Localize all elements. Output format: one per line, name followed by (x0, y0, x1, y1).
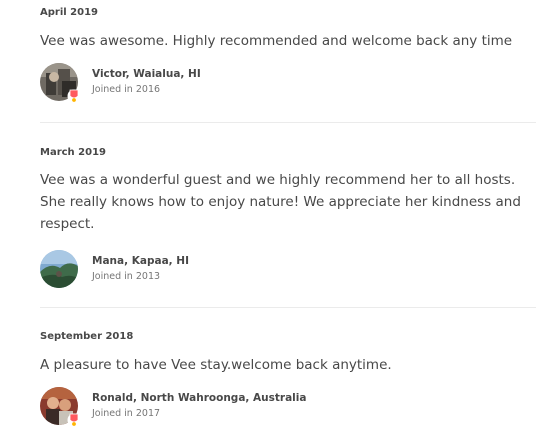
superhost-badge-icon (67, 87, 81, 103)
reviewer: Mana, Kapaa, HI Joined in 2013 (40, 250, 536, 288)
reviewer-info: Ronald, North Wahroonga, Australia Joine… (92, 391, 306, 421)
review-item: March 2019 Vee was a wonderful guest and… (40, 123, 536, 288)
reviewer-name[interactable]: Mana, Kapaa, HI (92, 254, 189, 268)
review-text: A pleasure to have Vee stay.welcome back… (40, 357, 392, 373)
review-item: September 2018 A pleasure to have Vee st… (40, 308, 536, 427)
reviewer-info: Victor, Waialua, HI Joined in 2016 (92, 67, 201, 97)
reviewer-joined-date: Joined in 2013 (92, 271, 161, 282)
review-date: September 2018 (40, 331, 134, 342)
superhost-badge-icon (67, 411, 81, 427)
avatar[interactable] (40, 250, 78, 288)
review-date: March 2019 (40, 147, 106, 158)
avatar[interactable] (40, 387, 81, 427)
reviewer-name[interactable]: Ronald, North Wahroonga, Australia (92, 391, 306, 405)
review-date: April 2019 (40, 7, 98, 18)
reviewer-joined-date: Joined in 2017 (92, 408, 161, 419)
reviewer: Victor, Waialua, HI Joined in 2016 (40, 63, 536, 103)
reviewer-info: Mana, Kapaa, HI Joined in 2013 (92, 254, 189, 284)
review-item: April 2019 Vee was awesome. Highly recom… (40, 0, 536, 103)
reviewer: Ronald, North Wahroonga, Australia Joine… (40, 387, 536, 427)
review-text: Vee was a wonderful guest and we highly … (40, 172, 521, 232)
review-list: April 2019 Vee was awesome. Highly recom… (40, 0, 536, 427)
avatar-photo (40, 250, 78, 288)
reviewer-name[interactable]: Victor, Waialua, HI (92, 67, 201, 81)
reviewer-joined-date: Joined in 2016 (92, 84, 161, 95)
review-text: Vee was awesome. Highly recommended and … (40, 33, 513, 49)
avatar[interactable] (40, 63, 81, 103)
